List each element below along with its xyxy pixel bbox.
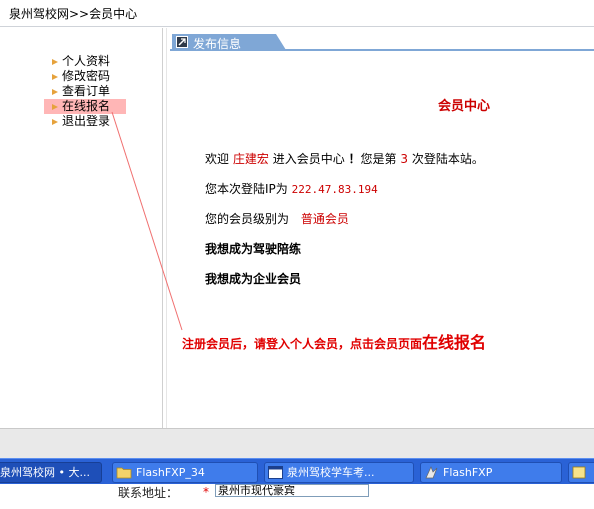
taskbar-button-browser[interactable]: 泉州驾校网 • 大... [0, 462, 102, 483]
taskbar-label: 泉州驾校学车考... [287, 466, 375, 479]
notepad-icon [572, 466, 586, 482]
address-label: 联系地址： [118, 486, 179, 500]
status-area [0, 428, 594, 458]
taskbar: 泉州驾校网 • 大... FlashFXP_34 泉州驾校学车考... Flas… [0, 458, 594, 484]
taskbar-label: 泉州驾校网 • 大... [0, 466, 90, 479]
address-input[interactable]: 泉州市现代豪宾 [215, 484, 369, 497]
taskbar-label: FlashFXP [443, 466, 493, 479]
taskbar-button-window[interactable]: 泉州驾校学车考... [264, 462, 414, 483]
folder-icon [116, 466, 132, 482]
callout-annotation: 注册会员后，请登入个人会员，点击会员页面在线报名 [182, 329, 486, 353]
taskbar-button-folder[interactable]: FlashFXP_34 [112, 462, 258, 483]
taskbar-button-notes[interactable] [568, 462, 594, 483]
form-row-address: 联系地址： * 泉州市现代豪宾 [0, 484, 594, 509]
required-mark: * [203, 485, 209, 499]
window-icon [268, 466, 283, 482]
flashfxp-icon [424, 466, 439, 482]
taskbar-label: FlashFXP_34 [136, 466, 205, 479]
callout-text-main: 注册会员后，请登入个人会员，点击会员页面 [182, 337, 423, 351]
taskbar-button-flashfxp[interactable]: FlashFXP [420, 462, 562, 483]
callout-text-highlight: 在线报名 [422, 333, 487, 352]
